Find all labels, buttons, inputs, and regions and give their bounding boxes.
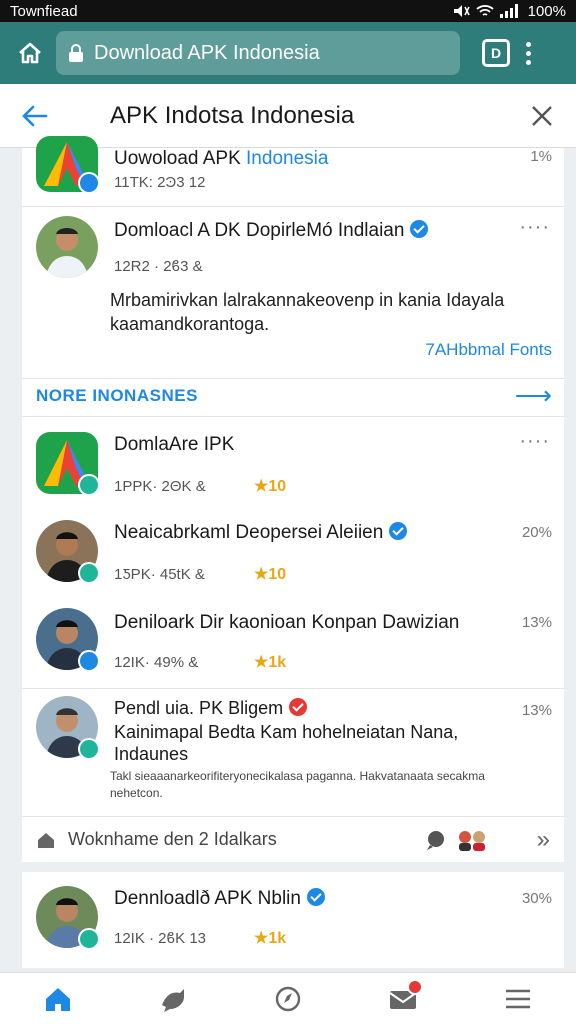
home-icon [45,987,70,1011]
item-title: Neaicabrkaml Deopersei Aleiien [114,522,408,544]
verified-icon [389,522,408,540]
more-options-button[interactable]: ···· [519,216,550,239]
rating: ★10 [254,566,287,583]
item-subtitle: Kainimapal Bedta Kam hohelneiatan Nana, [114,722,459,742]
card-footer[interactable]: Woknhame den 2 Idalkars » [22,816,564,862]
item-subtitle-2: Indaunes [114,744,189,764]
avatars-group-icon [458,830,485,851]
verified-badge-icon [78,928,100,950]
nav-menu[interactable] [488,977,548,1021]
item-small-text: Takl sieaaanarkeorifiteryonecikalasa pag… [110,769,485,800]
post-title: Domloacl A DK DopirleMó Indlaian [114,220,429,242]
hamburger-icon [506,989,531,1008]
mute-icon [453,5,470,17]
avatar [36,216,98,278]
list-item[interactable]: DomlaAre IPK ···· 1ΡΡK· 2ΘK & ★10 [22,416,564,504]
home-small-icon [38,832,54,848]
item-percent: 13% [521,614,552,631]
results-card: Uowoload APK Indonesia 11TK: 2Ͽ3 12 1% D… [22,136,564,862]
rating: ★10 [254,478,287,495]
item-meta: 12IK · 2ϐK 13 [114,930,207,947]
footer-arrow-icon[interactable]: » [537,826,550,854]
rating: ★1k [254,930,287,947]
item-title: DomlaAre IPK [114,434,235,455]
rating: ★1k [254,654,287,671]
section-arrow-icon[interactable]: ⟶ [515,380,552,411]
bird-icon [161,988,184,1012]
signal-icon [499,4,518,18]
home-icon [19,42,41,64]
item-title: Deniloark Dir kaonioan Konpan Dawizian [114,612,460,633]
avatar [36,520,100,584]
compass-icon [275,986,301,1011]
close-button[interactable] [524,98,560,134]
verified-icon [306,888,325,906]
item-percent: 30% [521,890,552,907]
item-percent: 20% [521,524,552,541]
page-title: APK Indotsa Indonesia [110,101,355,129]
verified-badge-icon [78,172,100,194]
url-text: Download APK Indonesia [94,41,320,64]
footer-text: Woknhame den 2 Idalkars [68,829,277,849]
nav-activity[interactable] [143,977,203,1021]
avatar [36,608,100,672]
tab-count: D [490,45,502,61]
avatar [36,696,100,760]
item-percent: 13% [521,702,552,719]
list-item[interactable]: Deniloark Dir kaonioan Konpan Dawizian 1… [22,592,564,688]
home-button[interactable] [12,35,48,71]
app-icon [36,432,100,496]
post-description: Mrbamirivkan lalrakannakeovenp in kania … [110,290,505,334]
verified-icon [410,220,429,238]
section-header[interactable]: NORE INONASNES ⟶ [22,378,564,416]
nav-explore[interactable] [258,977,318,1021]
list-item[interactable]: Dennloadlð APK Nblin 30% 12IK · 2ϐK 13 ★… [22,872,564,968]
verified-badge-icon [78,738,100,760]
item-meta: 12IK· 49% & [114,654,199,671]
item-title: Dennloadlð APK Nblin [114,888,325,910]
nav-home[interactable] [28,977,88,1021]
status-icons [452,4,518,18]
tabs-button[interactable]: D [482,39,510,67]
post-meta: 12R2 · 2ϐ3 & [114,258,203,275]
post-item[interactable]: Domloacl A DK DopirleMó Indlaian ···· 12… [22,206,564,378]
nav-inbox[interactable] [373,977,433,1021]
browser-toolbar: Download APK Indonesia D [0,22,576,84]
chat-icon [426,830,444,850]
section-label: NORE INONASNES [36,386,198,405]
verified-icon [289,698,308,716]
battery-level: 100% [527,2,566,20]
status-bar: Townfiead 100% [0,0,576,22]
close-icon [532,106,552,126]
lock-icon [69,44,83,62]
bottom-navigation [0,972,576,1024]
post-link[interactable]: 7AHbbmal Fonts [425,340,552,360]
item-title: Uowoload APK Indonesia [114,148,329,169]
wifi-icon [476,5,494,16]
list-item[interactable]: Neaicabrkaml Deopersei Aleiien 20% 1ƼPK·… [22,504,564,592]
verified-badge-icon [78,474,100,496]
verified-badge-icon [78,650,100,672]
footer-icons: » [425,826,550,854]
item-percent: 1% [530,148,552,165]
url-bar[interactable]: Download APK Indonesia [56,31,460,75]
more-options-button[interactable]: ···· [519,430,550,453]
back-arrow-icon [22,105,48,126]
list-item[interactable]: Uowoload APK Indonesia 11TK: 2Ͽ3 12 1% [22,136,564,206]
item-meta: 11TK: 2Ͽ3 12 [114,174,206,191]
verified-badge-icon [78,562,100,584]
overflow-menu-button[interactable] [526,41,531,65]
status-right: 100% [452,3,566,20]
item-title: Pendl uia. PK Bligem [114,698,308,719]
notification-dot [407,978,424,995]
list-item[interactable]: Pendl uia. PK Bligem 13% Kainimapal Bedt… [22,688,564,816]
status-left-text: Townfiead [10,2,78,20]
app-icon [36,136,100,194]
avatar [36,886,100,950]
item-meta: 1ΡΡK· 2ΘK & [114,478,206,495]
item-meta: 1ƼPK· 45tK & [114,566,205,583]
